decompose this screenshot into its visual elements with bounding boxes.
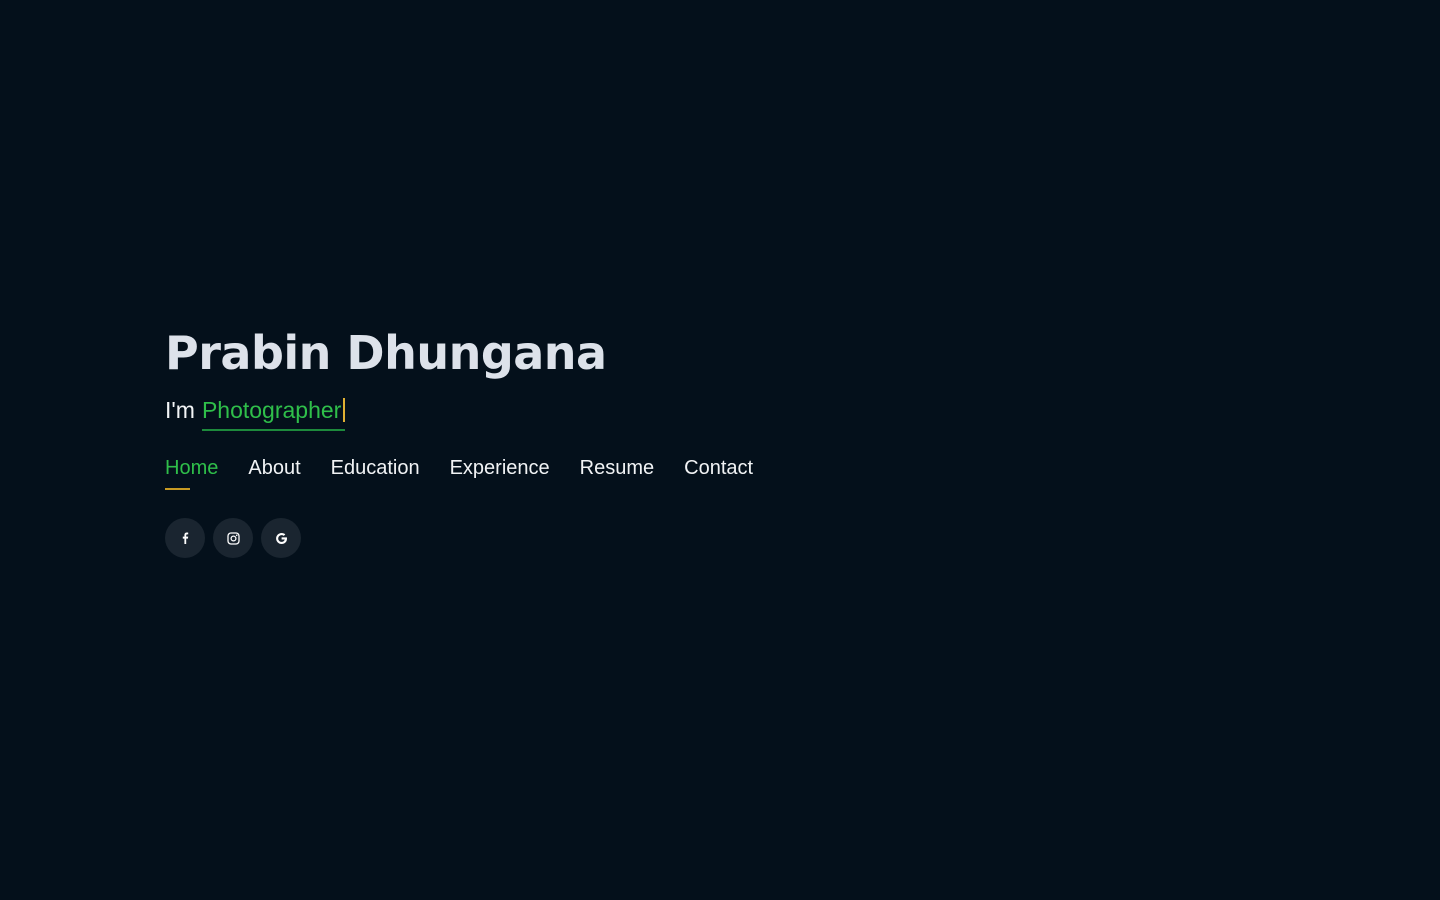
nav-item-education[interactable]: Education xyxy=(331,454,420,490)
social-links xyxy=(165,518,1065,558)
typing-cursor xyxy=(343,398,346,422)
hero-section: Prabin Dhungana I'm Photographer Home Ab… xyxy=(165,322,1065,558)
hero-tagline: I'm Photographer xyxy=(165,394,1065,434)
instagram-button[interactable] xyxy=(213,518,253,558)
facebook-button[interactable] xyxy=(165,518,205,558)
typed-role-text: Photographer xyxy=(201,397,342,423)
nav-item-home[interactable]: Home xyxy=(165,454,218,490)
facebook-icon xyxy=(182,532,189,544)
nav-item-about[interactable]: About xyxy=(248,454,300,490)
tagline-prefix: I'm xyxy=(165,397,195,423)
typed-text-container: Photographer xyxy=(201,394,346,431)
main-nav: Home About Education Experience Resume C… xyxy=(165,454,1065,490)
nav-item-experience[interactable]: Experience xyxy=(450,454,550,490)
nav-item-contact[interactable]: Contact xyxy=(684,454,753,490)
instagram-icon xyxy=(226,531,240,545)
google-button[interactable] xyxy=(261,518,301,558)
hero-name: Prabin Dhungana xyxy=(165,326,607,380)
google-icon xyxy=(275,532,287,544)
nav-item-resume[interactable]: Resume xyxy=(580,454,654,490)
